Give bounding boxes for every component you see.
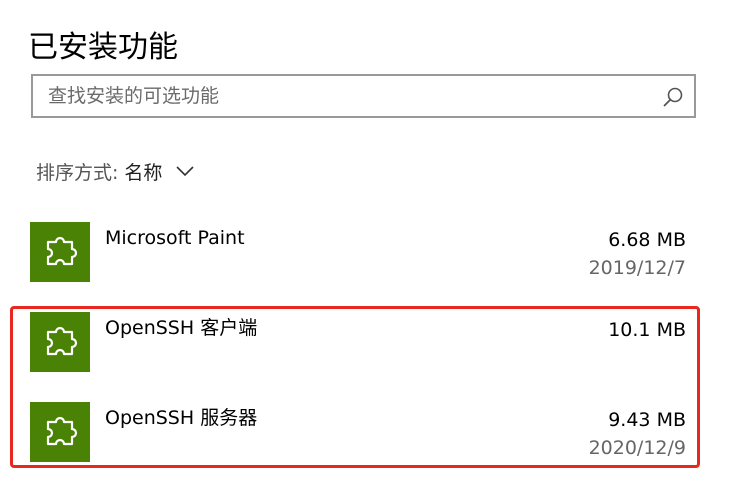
feature-tile [30,312,90,372]
feature-date: 2019/12/7 [588,257,686,279]
list-item[interactable]: Microsoft Paint 6.68 MB 2019/12/7 [30,222,690,284]
feature-size: 6.68 MB [608,229,686,251]
feature-name: OpenSSH 服务器 [105,407,258,429]
feature-tile [30,402,90,462]
feature-date: 2020/12/9 [588,437,686,459]
puzzle-piece-icon [46,236,78,266]
feature-name: OpenSSH 客户端 [105,317,258,339]
feature-tile [30,222,90,282]
puzzle-piece-icon [46,326,78,356]
puzzle-piece-icon [46,416,78,446]
list-item[interactable]: OpenSSH 服务器 9.43 MB 2020/12/9 [30,402,690,464]
feature-size: 9.43 MB [608,409,686,431]
feature-size: 10.1 MB [608,319,686,341]
feature-list: Microsoft Paint 6.68 MB 2019/12/7 OpenSS… [0,0,733,483]
list-item[interactable]: OpenSSH 客户端 10.1 MB [30,312,690,374]
feature-name: Microsoft Paint [105,227,245,249]
